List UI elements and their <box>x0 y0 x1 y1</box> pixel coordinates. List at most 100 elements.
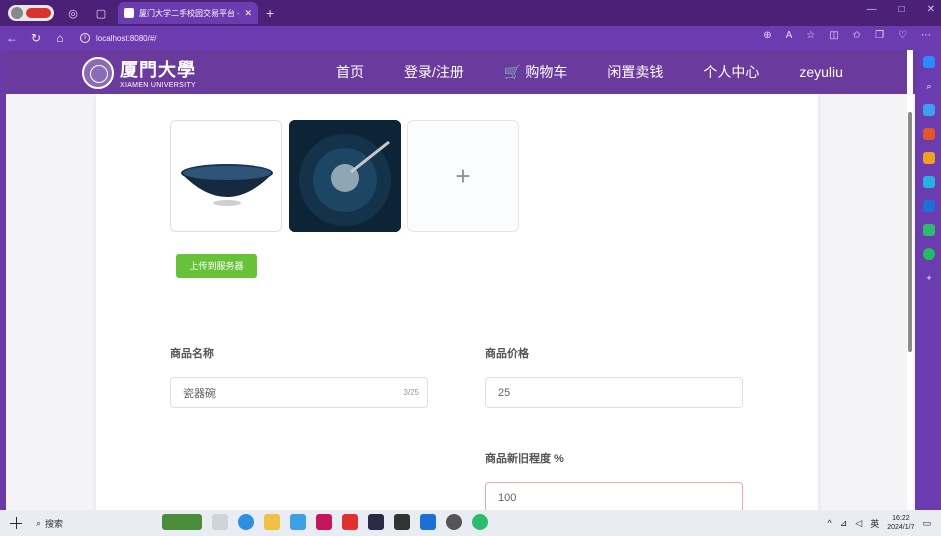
taskbar-apps <box>162 514 488 530</box>
maximize-button[interactable]: □ <box>899 4 905 15</box>
product-name-label: 商品名称 <box>170 348 214 360</box>
windows-taskbar: ⌕ 搜索 ^ ⊿ ◁ 英 16:22 2024/1/7 ▭ <box>0 510 941 536</box>
page-scrollbar-thumb[interactable] <box>908 112 912 352</box>
profile-badge <box>26 8 51 18</box>
extensions-icon[interactable]: ♡ <box>898 30 907 41</box>
product-name-counter: 3/25 <box>403 388 419 397</box>
clock-time: 16:22 <box>892 515 910 522</box>
task-view-icon[interactable] <box>212 514 228 530</box>
bowl-side-image <box>181 164 273 206</box>
logo-chinese: 厦門大學 <box>120 60 196 81</box>
minimize-button[interactable]: — <box>867 4 877 15</box>
shopping-icon[interactable] <box>923 128 935 140</box>
product-name-input[interactable]: 瓷器碗 3/25 <box>170 377 428 408</box>
workspaces-icon[interactable]: ◎ <box>64 4 82 22</box>
tab-favicon <box>124 8 134 18</box>
condition-value: 100 <box>498 491 517 504</box>
tray-chevron-icon[interactable]: ^ <box>828 518 832 528</box>
menu-login-register[interactable]: 登录/注册 <box>404 62 464 82</box>
split-screen-icon[interactable]: ◫ <box>829 30 838 41</box>
widget-icon[interactable] <box>162 514 202 530</box>
app-icon[interactable] <box>923 248 935 260</box>
condition-input[interactable]: 100 <box>485 482 743 510</box>
outlook-icon[interactable] <box>923 200 935 212</box>
refresh-icon[interactable]: ↻ <box>24 31 48 45</box>
app-icon[interactable] <box>394 514 410 530</box>
home-icon[interactable]: ⌂ <box>48 31 72 45</box>
cart-icon: 🛒 <box>503 63 522 80</box>
menu-sell[interactable]: 闲置卖钱 <box>607 62 663 82</box>
system-tray: ^ ⊿ ◁ 英 16:22 2024/1/7 ▭ <box>828 514 931 532</box>
plus-icon: + <box>455 160 471 191</box>
edge-icon[interactable] <box>238 514 254 530</box>
clock[interactable]: 16:22 2024/1/7 <box>887 514 914 532</box>
back-icon[interactable]: ← <box>0 31 24 45</box>
read-aloud-icon[interactable]: A <box>786 30 793 41</box>
university-seal-icon <box>82 56 114 89</box>
collections-icon[interactable]: ❐ <box>875 30 884 41</box>
image-thumbnail-bowl-top[interactable] <box>289 120 401 232</box>
browser-toolbar-icons: ⊕ A ☆ ◫ ✩ ❐ ♡ ⋯ <box>763 30 931 41</box>
tag-icon[interactable] <box>923 104 935 116</box>
file-explorer-icon[interactable] <box>264 514 280 530</box>
menu-cart-label: 购物车 <box>525 64 568 80</box>
address-bar-row: ← ↻ ⌂ i localhost:8080/#/ ⊕ A ☆ ◫ ✩ ❐ ♡ … <box>0 26 941 50</box>
app-icon[interactable] <box>472 514 488 530</box>
menu-username[interactable]: zeyuliu <box>799 64 843 80</box>
taskbar-search-label: 搜索 <box>45 518 64 529</box>
product-price-label: 商品价格 <box>485 348 529 360</box>
games-icon[interactable] <box>923 152 935 164</box>
app-icon[interactable] <box>290 514 306 530</box>
app-icon[interactable] <box>368 514 384 530</box>
logo-english: XIAMEN UNIVERSITY <box>120 82 196 89</box>
search-icon: ⌕ <box>36 517 42 528</box>
app-icon[interactable] <box>316 514 332 530</box>
site-header: 厦門大學 XIAMEN UNIVERSITY 首页 登录/注册 🛒 购物车 闲置… <box>6 50 915 94</box>
tab-actions-icon[interactable]: ▢ <box>92 4 110 22</box>
new-tab-button[interactable]: + <box>266 5 274 21</box>
menu-cart[interactable]: 🛒 购物车 <box>504 62 567 82</box>
search-icon[interactable]: ⌕ <box>923 80 935 92</box>
profile-button[interactable] <box>8 5 54 21</box>
avatar <box>11 7 23 19</box>
app-icon[interactable] <box>342 514 358 530</box>
product-price-input[interactable]: 25 <box>485 377 743 408</box>
copilot-icon[interactable] <box>923 56 935 68</box>
add-sidebar-icon[interactable]: + <box>923 272 935 284</box>
clock-date: 2024/1/7 <box>887 524 915 531</box>
close-tab-icon[interactable]: ✕ <box>244 8 252 19</box>
menu-profile[interactable]: 个人中心 <box>703 62 759 82</box>
condition-label: 商品新旧程度 % <box>485 453 564 465</box>
start-button-icon[interactable] <box>10 517 22 529</box>
image-thumbnail-bowl[interactable] <box>170 120 282 232</box>
taskbar-search[interactable]: ⌕ 搜索 <box>36 517 63 530</box>
notification-icon[interactable]: ▭ <box>922 518 931 529</box>
upload-to-server-button[interactable]: 上传到服务器 <box>176 254 257 278</box>
browser-tab[interactable]: 厦门大学二手校园交易平台 - 首... ✕ <box>118 2 258 24</box>
more-icon[interactable]: ⋯ <box>921 30 931 41</box>
add-image-box[interactable]: + <box>407 120 519 232</box>
url-text: localhost:8080/#/ <box>96 33 157 43</box>
product-name-value: 瓷器碗 <box>183 387 216 400</box>
close-window-button[interactable]: ✕ <box>927 4 935 15</box>
page-viewport: 厦門大學 XIAMEN UNIVERSITY 首页 登录/注册 🛒 购物车 闲置… <box>6 50 915 510</box>
zoom-icon[interactable]: ⊕ <box>763 30 771 41</box>
volume-icon[interactable]: ◁ <box>855 518 862 529</box>
tools-icon[interactable] <box>923 176 935 188</box>
input-language[interactable]: 英 <box>870 517 879 530</box>
settings-icon[interactable] <box>446 514 462 530</box>
favorite-star-icon[interactable]: ☆ <box>806 30 815 41</box>
university-logo[interactable]: 厦門大學 XIAMEN UNIVERSITY <box>82 56 196 89</box>
bowl-top-image <box>289 120 401 232</box>
menu-home[interactable]: 首页 <box>336 62 364 82</box>
tab-title: 厦门大学二手校园交易平台 - 首... <box>139 8 239 18</box>
favorites-icon[interactable]: ✩ <box>853 30 861 41</box>
site-info-icon[interactable]: i <box>80 33 90 43</box>
window-controls: — □ ✕ <box>867 4 935 15</box>
browser-tab-bar: ◎ ▢ 厦门大学二手校园交易平台 - 首... ✕ + — □ ✕ <box>0 0 941 26</box>
network-icon[interactable]: ⊿ <box>840 518 848 529</box>
send-icon[interactable] <box>923 224 935 236</box>
url-field[interactable]: i localhost:8080/#/ <box>80 33 157 43</box>
app-icon[interactable] <box>420 514 436 530</box>
product-price-value: 25 <box>498 386 511 399</box>
